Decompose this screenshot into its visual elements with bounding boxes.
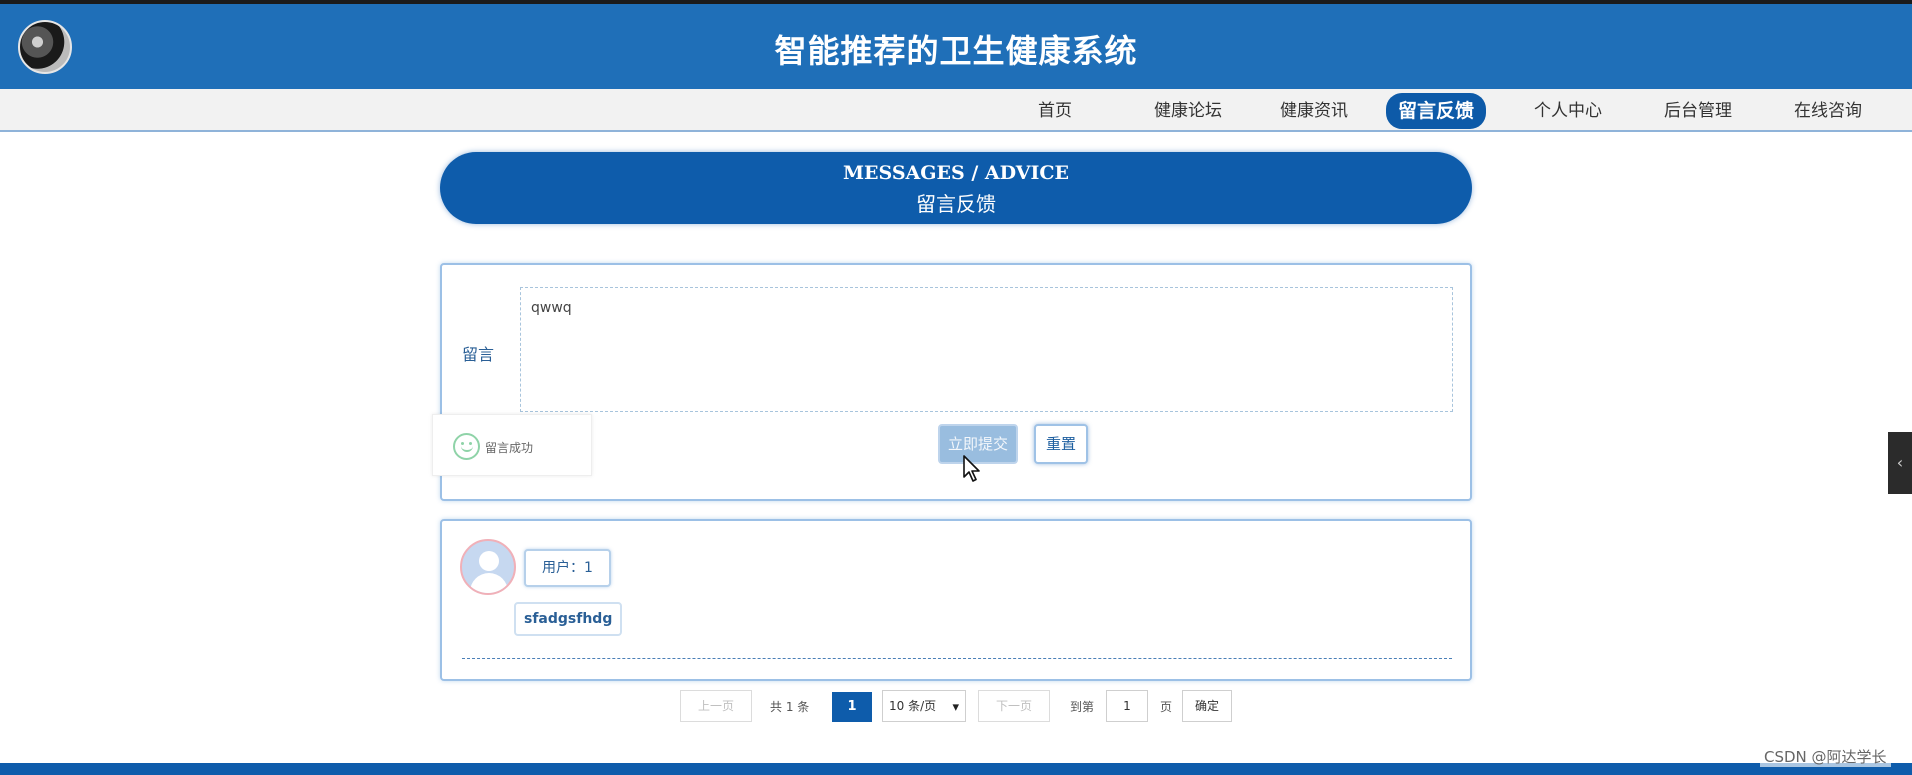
toast-message: 留言成功 — [485, 441, 534, 455]
smile-icon — [453, 433, 480, 460]
nav-item-profile[interactable]: 个人中心 — [1522, 95, 1614, 127]
goto-confirm-button[interactable]: 确定 — [1182, 690, 1232, 722]
message-form: 留言 qwwq 立即提交 重置 — [440, 263, 1472, 501]
chevron-down-icon: ▾ — [952, 700, 959, 715]
page-banner: MESSAGES / ADVICE 留言反馈 — [440, 152, 1472, 224]
site-title: 智能推荐的卫生健康系统 — [774, 32, 1138, 70]
message-user: 用户：1 — [524, 549, 611, 587]
nav-item-forum[interactable]: 健康论坛 — [1142, 95, 1234, 127]
goto-label: 到第 — [1070, 700, 1095, 714]
nav-item-news[interactable]: 健康资讯 — [1268, 95, 1360, 127]
message-textarea[interactable]: qwwq — [520, 287, 1453, 412]
next-page-button[interactable]: 下一页 — [978, 690, 1050, 722]
nav-item-feedback[interactable]: 留言反馈 — [1386, 93, 1487, 129]
site-header: 智能推荐的卫生健康系统 — [0, 4, 1912, 89]
prev-page-button[interactable]: 上一页 — [680, 690, 752, 722]
footer-bar — [0, 763, 1912, 775]
goto-page-input[interactable]: 1 — [1106, 690, 1148, 722]
message-divider — [462, 658, 1452, 659]
reset-button[interactable]: 重置 — [1034, 424, 1088, 464]
page-unit: 页 — [1160, 700, 1173, 714]
message-list: 用户：1 sfadgsfhdg — [440, 519, 1472, 681]
nav-item-admin[interactable]: 后台管理 — [1652, 95, 1744, 127]
chevron-left-icon[interactable]: ‹ — [1888, 432, 1912, 494]
nav-item-home[interactable]: 首页 — [1026, 95, 1084, 127]
success-toast: 留言成功 — [432, 414, 592, 476]
mouse-cursor-icon — [963, 455, 980, 482]
pagination: 上一页 共 1 条 1 10 条/页 ▾ 下一页 到第 1 页 确定 — [0, 690, 1912, 724]
page-size-select[interactable]: 10 条/页 ▾ — [882, 690, 966, 722]
message-label: 留言 — [462, 345, 495, 364]
watermark: CSDN @阿达学长 — [1760, 746, 1891, 767]
message-content: sfadgsfhdg — [514, 602, 623, 636]
current-page[interactable]: 1 — [832, 692, 872, 722]
main-nav: 首页 健康论坛 健康资讯 留言反馈 个人中心 后台管理 在线咨询 — [0, 89, 1912, 132]
nav-item-consult[interactable]: 在线咨询 — [1782, 95, 1874, 127]
banner-title-en: MESSAGES / ADVICE — [843, 162, 1069, 184]
user-avatar — [460, 539, 516, 595]
page-size-value: 10 条/页 — [889, 699, 937, 713]
banner-title-cn: 留言反馈 — [916, 192, 996, 216]
total-count: 共 1 条 — [770, 700, 810, 714]
